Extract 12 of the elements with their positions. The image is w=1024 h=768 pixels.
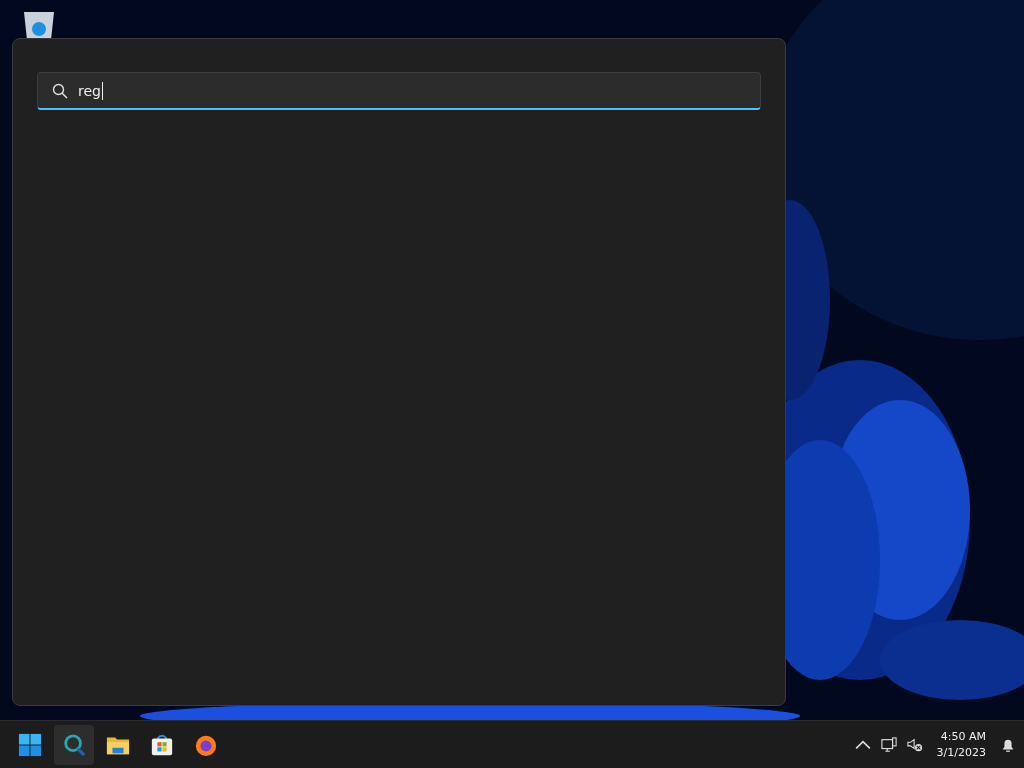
clock-time: 4:50 AM (940, 728, 986, 745)
speaker-muted-icon[interactable] (906, 736, 923, 753)
search-icon (52, 82, 68, 99)
search-app-icon (62, 732, 86, 757)
store-bag-icon (150, 732, 174, 757)
clock-date: 3/1/2023 (936, 744, 986, 761)
network-icon[interactable] (880, 736, 897, 753)
search-field[interactable]: reg (37, 72, 761, 110)
clock[interactable]: 4:50 AM 3/1/2023 (932, 728, 990, 761)
taskbar-button[interactable] (54, 724, 94, 765)
search-text: reg (78, 81, 103, 100)
windows-logo-icon (18, 732, 42, 757)
